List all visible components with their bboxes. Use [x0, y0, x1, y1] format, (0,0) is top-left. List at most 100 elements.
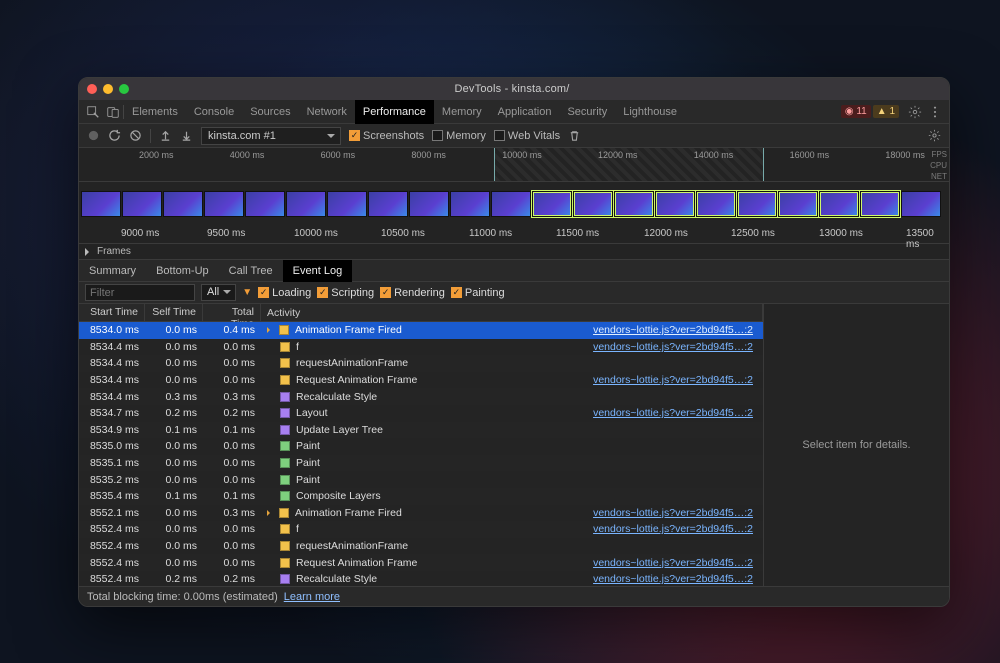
table-row[interactable]: 8552.4 ms0.0 ms0.0 msrequestAnimationFra… — [79, 538, 763, 555]
screenshots-checkbox[interactable]: Screenshots — [349, 130, 424, 142]
cell-self: 0.0 ms — [145, 505, 203, 522]
col-start-time[interactable]: Start Time — [79, 304, 145, 321]
table-row[interactable]: 8534.4 ms0.3 ms0.3 msRecalculate Style — [79, 388, 763, 405]
source-link[interactable]: vendors~lottie.js?ver=2bd94f5…:2 — [593, 507, 753, 519]
filmstrip-thumb[interactable] — [327, 191, 367, 217]
capture-settings-gear-icon[interactable] — [928, 129, 941, 142]
source-link[interactable]: vendors~lottie.js?ver=2bd94f5…:2 — [593, 324, 753, 336]
warnings-badge[interactable]: ▲ 1 — [873, 105, 899, 118]
flame-timescale[interactable]: 9000 ms9500 ms10000 ms10500 ms11000 ms11… — [79, 226, 949, 244]
filmstrip[interactable] — [79, 182, 949, 226]
expand-icon[interactable] — [267, 327, 273, 333]
col-activity[interactable]: Activity — [261, 304, 763, 321]
source-link[interactable]: vendors~lottie.js?ver=2bd94f5…:2 — [593, 523, 753, 535]
filmstrip-thumb[interactable] — [245, 191, 285, 217]
frames-row[interactable]: Frames — [79, 244, 949, 260]
source-link[interactable]: vendors~lottie.js?ver=2bd94f5…:2 — [593, 341, 753, 353]
filmstrip-thumb[interactable] — [491, 191, 531, 217]
settings-gear-icon[interactable] — [908, 105, 922, 119]
source-link[interactable]: vendors~lottie.js?ver=2bd94f5…:2 — [593, 407, 753, 419]
webvitals-checkbox[interactable]: Web Vitals — [494, 130, 560, 142]
activity-name: f — [296, 341, 299, 353]
tab-security[interactable]: Security — [559, 100, 615, 124]
tab-sources[interactable]: Sources — [242, 100, 298, 124]
filter-input[interactable] — [85, 284, 195, 301]
clear-icon[interactable] — [129, 129, 142, 142]
memory-checkbox[interactable]: Memory — [432, 130, 486, 142]
cell-self: 0.0 ms — [145, 471, 203, 488]
source-link[interactable]: vendors~lottie.js?ver=2bd94f5…:2 — [593, 374, 753, 386]
table-row[interactable]: 8552.4 ms0.0 ms0.0 msRequest Animation F… — [79, 554, 763, 571]
download-icon[interactable] — [180, 129, 193, 142]
filmstrip-thumb[interactable] — [286, 191, 326, 217]
filmstrip-thumb[interactable] — [737, 191, 777, 217]
table-row[interactable]: 8534.4 ms0.0 ms0.0 msfvendors~lottie.js?… — [79, 339, 763, 356]
timeline-overview[interactable]: 2000 ms4000 ms6000 ms8000 ms10000 ms1200… — [79, 148, 949, 182]
painting-checkbox[interactable]: Painting — [451, 287, 505, 299]
subtab-summary[interactable]: Summary — [79, 260, 146, 282]
table-row[interactable]: 8534.0 ms0.0 ms0.4 msAnimation Frame Fir… — [79, 322, 763, 339]
source-link[interactable]: vendors~lottie.js?ver=2bd94f5…:2 — [593, 573, 753, 585]
table-row[interactable]: 8534.7 ms0.2 ms0.2 msLayoutvendors~lotti… — [79, 405, 763, 422]
minimize-icon[interactable] — [103, 84, 113, 94]
tab-performance[interactable]: Performance — [355, 100, 434, 124]
learn-more-link[interactable]: Learn more — [284, 591, 340, 603]
tab-application[interactable]: Application — [490, 100, 560, 124]
subtab-event-log[interactable]: Event Log — [283, 260, 353, 282]
tab-network[interactable]: Network — [299, 100, 355, 124]
all-dropdown[interactable]: All — [201, 284, 236, 301]
table-row[interactable]: 8535.1 ms0.0 ms0.0 msPaint — [79, 455, 763, 472]
filmstrip-thumb[interactable] — [696, 191, 736, 217]
subtab-bottom-up[interactable]: Bottom-Up — [146, 260, 219, 282]
loading-checkbox[interactable]: Loading — [258, 287, 311, 299]
trash-icon[interactable] — [568, 129, 581, 142]
table-row[interactable]: 8534.9 ms0.1 ms0.1 msUpdate Layer Tree — [79, 422, 763, 439]
reload-record-icon[interactable] — [108, 129, 121, 142]
table-row[interactable]: 8552.4 ms0.0 ms0.0 msfvendors~lottie.js?… — [79, 521, 763, 538]
filmstrip-thumb[interactable] — [532, 191, 572, 217]
table-row[interactable]: 8534.4 ms0.0 ms0.0 msRequest Animation F… — [79, 372, 763, 389]
recording-dropdown[interactable]: kinsta.com #1 — [201, 127, 341, 145]
status-footer: Total blocking time: 0.00ms (estimated) … — [79, 586, 949, 606]
table-row[interactable]: 8534.4 ms0.0 ms0.0 msrequestAnimationFra… — [79, 355, 763, 372]
filmstrip-thumb[interactable] — [163, 191, 203, 217]
filmstrip-thumb[interactable] — [81, 191, 121, 217]
tab-memory[interactable]: Memory — [434, 100, 490, 124]
upload-icon[interactable] — [159, 129, 172, 142]
subtab-call-tree[interactable]: Call Tree — [219, 260, 283, 282]
device-toggle-icon[interactable] — [106, 105, 120, 119]
filmstrip-thumb[interactable] — [901, 191, 941, 217]
table-row[interactable]: 8535.4 ms0.1 ms0.1 msComposite Layers — [79, 488, 763, 505]
overview-selection[interactable] — [494, 148, 764, 181]
tab-console[interactable]: Console — [186, 100, 242, 124]
source-link[interactable]: vendors~lottie.js?ver=2bd94f5…:2 — [593, 557, 753, 569]
filmstrip-thumb[interactable] — [409, 191, 449, 217]
filmstrip-thumb[interactable] — [573, 191, 613, 217]
record-icon[interactable] — [87, 129, 100, 142]
close-icon[interactable] — [87, 84, 97, 94]
filmstrip-thumb[interactable] — [655, 191, 695, 217]
more-icon[interactable] — [928, 105, 942, 119]
fullscreen-icon[interactable] — [119, 84, 129, 94]
rendering-checkbox[interactable]: Rendering — [380, 287, 445, 299]
filmstrip-thumb[interactable] — [368, 191, 408, 217]
tab-lighthouse[interactable]: Lighthouse — [615, 100, 685, 124]
scripting-checkbox[interactable]: Scripting — [317, 287, 374, 299]
table-row[interactable]: 8535.0 ms0.0 ms0.0 msPaint — [79, 438, 763, 455]
errors-badge[interactable]: ◉ 11 — [841, 105, 871, 118]
col-total-time[interactable]: Total Time — [203, 304, 261, 321]
filmstrip-thumb[interactable] — [819, 191, 859, 217]
filmstrip-thumb[interactable] — [450, 191, 490, 217]
filmstrip-thumb[interactable] — [122, 191, 162, 217]
table-row[interactable]: 8535.2 ms0.0 ms0.0 msPaint — [79, 471, 763, 488]
expand-icon[interactable] — [267, 510, 273, 516]
filmstrip-thumb[interactable] — [860, 191, 900, 217]
filmstrip-thumb[interactable] — [778, 191, 818, 217]
inspect-icon[interactable] — [86, 105, 100, 119]
table-row[interactable]: 8552.1 ms0.0 ms0.3 msAnimation Frame Fir… — [79, 505, 763, 522]
col-self-time[interactable]: Self Time — [145, 304, 203, 321]
table-row[interactable]: 8552.4 ms0.2 ms0.2 msRecalculate Styleve… — [79, 571, 763, 586]
tab-elements[interactable]: Elements — [124, 100, 186, 124]
filmstrip-thumb[interactable] — [614, 191, 654, 217]
filmstrip-thumb[interactable] — [204, 191, 244, 217]
